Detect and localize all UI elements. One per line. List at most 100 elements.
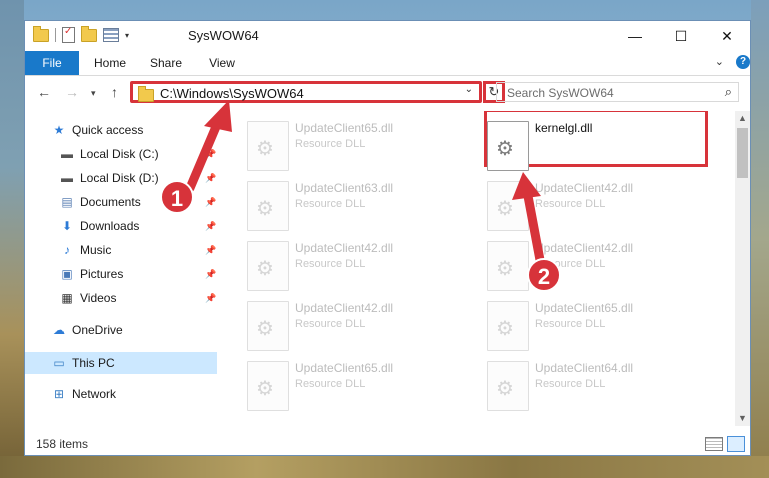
recent-locations-icon[interactable]: ▾ [91, 88, 96, 99]
status-bar: 158 items [25, 431, 750, 455]
up-arrow-icon[interactable]: ↑ [111, 84, 118, 100]
view-options-icon[interactable] [103, 28, 119, 42]
file-item[interactable]: UpdateClient65.dll Resource DLL [245, 357, 475, 415]
file-item[interactable]: UpdateClient64.dll Resource DLL [485, 357, 715, 415]
scrollbar-thumb[interactable] [737, 128, 748, 178]
forward-arrow-icon[interactable]: → [65, 84, 79, 100]
maximize-button[interactable]: ☐ [658, 21, 704, 51]
vertical-scrollbar[interactable]: ▲ ▼ [735, 111, 750, 426]
file-name: UpdateClient65.dll [295, 121, 394, 135]
sidebar-item-onedrive[interactable]: ☁ OneDrive [51, 319, 123, 341]
file-item[interactable]: UpdateClient42.dll Resource DLL [245, 237, 475, 295]
dll-file-icon [247, 361, 289, 411]
file-name: kernelgl.dll [535, 121, 593, 135]
desktop-background-left [0, 0, 24, 478]
downloads-icon: ⬇ [61, 219, 73, 233]
dll-file-icon [247, 301, 289, 351]
close-button[interactable]: ✕ [704, 21, 750, 51]
pin-icon[interactable]: 📌 [205, 269, 216, 280]
chevron-down-icon[interactable]: ⌄ [465, 84, 473, 95]
item-count: 158 items [36, 437, 89, 451]
file-item[interactable]: UpdateClient42.dll Resource DLL [245, 297, 475, 355]
file-list: UpdateClient65.dll Resource DLL kernelgl… [221, 111, 735, 426]
minimize-button[interactable]: — [612, 21, 658, 51]
window-title: SysWOW64 [188, 28, 259, 43]
file-name: UpdateClient63.dll [295, 181, 394, 195]
file-type: Resource DLL [295, 378, 366, 390]
sidebar-item-quick-access[interactable]: ★ Quick access [51, 119, 144, 141]
folder-icon [138, 86, 154, 102]
pin-icon[interactable]: 📌 [205, 245, 216, 256]
tab-share[interactable]: Share [139, 51, 193, 75]
sidebar-item-documents[interactable]: ▤ Documents [59, 191, 140, 213]
file-item[interactable]: UpdateClient42.dll Resource DLL [485, 177, 715, 235]
search-placeholder: Search SysWOW64 [507, 86, 614, 100]
file-name: UpdateClient64.dll [535, 361, 634, 375]
sidebar-item-label: Network [72, 387, 117, 401]
tab-view[interactable]: View [195, 51, 249, 75]
pin-icon[interactable]: 📌 [205, 293, 216, 304]
dll-file-icon [487, 241, 529, 291]
properties-icon[interactable] [62, 26, 75, 43]
sidebar-item-local-disk-d[interactable]: ▬ Local Disk (D:) [59, 167, 159, 189]
sidebar-item-videos[interactable]: ▦ Videos [59, 287, 116, 309]
tab-home[interactable]: Home [83, 51, 137, 75]
sidebar-item-pictures[interactable]: ▣ Pictures [59, 263, 123, 285]
scroll-down-icon[interactable]: ▼ [735, 411, 750, 426]
sidebar-item-label: Local Disk (C:) [80, 147, 159, 161]
sidebar-item-this-pc[interactable]: ▭ This PC [51, 352, 114, 374]
customize-toolbar-arrow-icon[interactable]: ▾ [125, 31, 129, 40]
details-view-icon[interactable] [705, 437, 723, 451]
address-path: C:\Windows\SysWOW64 [160, 86, 304, 101]
file-item-kernelgl[interactable]: kernelgl.dll [485, 117, 715, 175]
quick-access-toolbar: ▾ [33, 25, 129, 43]
sidebar-item-label: Pictures [80, 267, 124, 281]
folder-icon [33, 25, 49, 42]
dll-file-icon [247, 181, 289, 231]
file-type: Resource DLL [295, 198, 366, 210]
file-name: UpdateClient42.dll [535, 241, 634, 255]
sidebar-item-label: Videos [80, 291, 117, 305]
title-bar: ▾ SysWOW64 — ☐ ✕ [25, 21, 750, 51]
sidebar-item-label: Music [80, 243, 112, 257]
cloud-icon: ☁ [53, 323, 65, 337]
sidebar-item-downloads[interactable]: ⬇ Downloads [59, 215, 139, 237]
file-item[interactable]: UpdateClient63.dll Resource DLL [245, 177, 475, 235]
step-2-label: 2 [527, 258, 561, 292]
dll-file-icon [487, 301, 529, 351]
desktop-background-right [751, 0, 769, 478]
navigation-bar: ← → ▾ ↑ C:\Windows\SysWOW64 ⌄ ↻ Search S… [25, 76, 750, 110]
search-input[interactable]: Search SysWOW64 ⌕ [496, 82, 739, 102]
tab-file[interactable]: File [25, 51, 79, 75]
file-item[interactable]: UpdateClient65.dll Resource DLL [245, 117, 475, 175]
back-arrow-icon[interactable]: ← [37, 84, 51, 100]
sidebar-item-label: Downloads [80, 219, 140, 233]
documents-icon: ▤ [61, 195, 73, 209]
star-icon: ★ [53, 123, 65, 137]
file-type: Resource DLL [535, 318, 606, 330]
help-icon[interactable]: ? [736, 55, 750, 69]
expand-ribbon-icon[interactable]: ⌄ [715, 55, 724, 68]
pictures-icon: ▣ [61, 267, 73, 281]
file-item[interactable]: UpdateClient65.dll Resource DLL [485, 297, 715, 355]
step-1-label: 1 [160, 180, 194, 214]
explorer-window: ▾ SysWOW64 — ☐ ✕ File Home Share View ⌄ … [24, 20, 751, 456]
large-icons-view-icon[interactable] [727, 436, 745, 452]
new-folder-icon[interactable] [81, 25, 97, 42]
pin-icon[interactable]: 📌 [205, 197, 216, 208]
dll-file-icon [247, 241, 289, 291]
sidebar-item-network[interactable]: ⊞ Network [51, 383, 116, 405]
music-icon: ♪ [64, 243, 70, 257]
pin-icon[interactable]: 📌 [205, 149, 216, 160]
file-item[interactable]: UpdateClient42.dll Resource DLL [485, 237, 715, 295]
pin-icon[interactable]: 📌 [205, 173, 216, 184]
pin-icon[interactable]: 📌 [205, 221, 216, 232]
file-type: Resource DLL [535, 378, 606, 390]
sidebar-item-local-disk-c[interactable]: ▬ Local Disk (C:) [59, 143, 159, 165]
sidebar-item-label: Quick access [72, 123, 144, 137]
sidebar-item-music[interactable]: ♪ Music [59, 239, 111, 261]
address-bar[interactable]: C:\Windows\SysWOW64 ⌄ [130, 81, 482, 103]
file-type: Resource DLL [295, 318, 366, 330]
desktop-background-bottom [0, 456, 769, 478]
scroll-up-icon[interactable]: ▲ [735, 111, 750, 126]
